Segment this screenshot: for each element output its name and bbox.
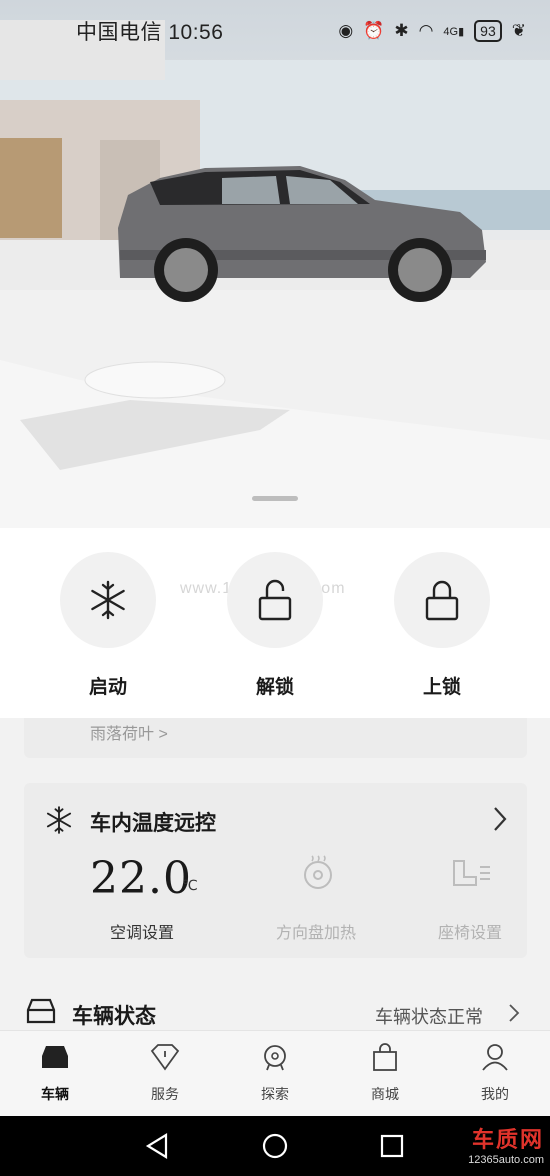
start-button[interactable] bbox=[60, 552, 156, 648]
badge-icon bbox=[264, 1045, 286, 1071]
steering-wheel-heat-icon[interactable] bbox=[300, 855, 336, 891]
temperature-value: 22.0 bbox=[90, 853, 192, 904]
diamond-icon bbox=[150, 1044, 180, 1071]
unlock-button[interactable] bbox=[227, 552, 323, 648]
bottom-navigation: 车辆 服务 探索 商城 我的 bbox=[0, 1030, 550, 1116]
ac-settings-label[interactable]: 空调设置 bbox=[110, 919, 174, 943]
bluetooth-icon: ✱ bbox=[394, 21, 409, 40]
climate-card-title: 车内温度远控 bbox=[90, 812, 216, 835]
lock-label: 上锁 bbox=[422, 677, 461, 698]
unlock-control[interactable]: 解锁 bbox=[227, 552, 323, 699]
alarm-icon: ⏰ bbox=[363, 21, 385, 40]
seat-settings-icon[interactable] bbox=[448, 855, 492, 891]
system-navigation-bar: 车质网 12365auto.com bbox=[0, 1116, 550, 1176]
start-label: 启动 bbox=[88, 677, 127, 698]
status-icons: ◉ ⏰ ✱ ◠ 4G▮ 93 ❦ bbox=[338, 20, 526, 42]
chevron-right-icon[interactable] bbox=[492, 805, 508, 833]
nav-label-explore: 探索 bbox=[261, 1086, 289, 1102]
nav-item-vehicle[interactable]: 车辆 bbox=[15, 1043, 95, 1104]
lock-control[interactable]: 上锁 bbox=[394, 552, 490, 699]
nav-label-mall: 商城 bbox=[371, 1086, 399, 1102]
vehicle-status-row[interactable]: 车辆状态 车辆状态正常 bbox=[0, 990, 550, 1034]
temperature-unit: ℃ bbox=[182, 877, 198, 893]
lock-button[interactable] bbox=[394, 552, 490, 648]
unlock-label: 解锁 bbox=[255, 677, 294, 698]
recents-icon[interactable] bbox=[378, 1132, 406, 1160]
person-icon bbox=[482, 1044, 508, 1071]
chevron-right-icon[interactable] bbox=[508, 1003, 520, 1023]
nav-item-service[interactable]: 服务 bbox=[125, 1043, 205, 1104]
seat-settings-label[interactable]: 座椅设置 bbox=[438, 919, 502, 943]
car-outline-icon bbox=[26, 998, 56, 1024]
brand-main-text: 车质网 bbox=[471, 1127, 544, 1152]
nav-label-service: 服务 bbox=[151, 1086, 179, 1102]
snowflake-icon bbox=[91, 580, 125, 620]
remote-controls-panel: www.12365auto.com 启动 解锁 bbox=[0, 528, 550, 718]
wifi-icon: ◠ bbox=[418, 21, 434, 40]
nav-label-vehicle: 车辆 bbox=[41, 1086, 69, 1102]
wheel-heat-label[interactable]: 方向盘加热 bbox=[276, 919, 356, 943]
unlock-icon bbox=[258, 579, 292, 621]
scene-card-text: 雨落荷叶 > bbox=[90, 726, 168, 743]
lock-icon bbox=[425, 580, 459, 621]
climate-control-card[interactable]: 车内温度远控 22.0 ℃ 空调设置 方向盘加热 座椅设置 bbox=[24, 783, 527, 958]
nav-item-mall[interactable]: 商城 bbox=[345, 1043, 425, 1104]
start-control[interactable]: 启动 bbox=[60, 552, 156, 699]
back-icon[interactable] bbox=[144, 1132, 172, 1160]
brand-sub-text: 12365auto.com bbox=[468, 1154, 544, 1166]
hero-banner: 中国电信 10:56 ◉ ⏰ ✱ ◠ 4G▮ 93 ❦ bbox=[0, 0, 550, 528]
brand-watermark: 车质网 12365auto.com bbox=[468, 1122, 544, 1166]
leaf-icon: ❦ bbox=[511, 21, 526, 40]
nav-item-mine[interactable]: 我的 bbox=[455, 1043, 535, 1104]
nav-item-explore[interactable]: 探索 bbox=[235, 1043, 315, 1104]
status-bar: 中国电信 10:56 ◉ ⏰ ✱ ◠ 4G▮ 93 ❦ bbox=[0, 0, 550, 62]
nav-label-mine: 我的 bbox=[481, 1086, 509, 1102]
battery-icon: 93 bbox=[474, 20, 502, 42]
eye-icon: ◉ bbox=[338, 21, 354, 40]
shopping-bag-icon bbox=[373, 1043, 397, 1071]
drag-handle[interactable] bbox=[252, 496, 298, 501]
scene-card[interactable]: 雨落荷叶 > bbox=[24, 718, 527, 758]
home-icon[interactable] bbox=[261, 1132, 289, 1160]
car-icon bbox=[42, 1046, 68, 1068]
vehicle-status-title: 车辆状态 bbox=[72, 1005, 156, 1028]
snowflake-icon bbox=[46, 806, 72, 834]
signal-icon: 4G▮ bbox=[443, 25, 465, 38]
carrier-time: 中国电信 10:56 bbox=[76, 21, 224, 44]
car-hero-image bbox=[0, 20, 550, 528]
vehicle-status-value: 车辆状态正常 bbox=[375, 1007, 483, 1027]
